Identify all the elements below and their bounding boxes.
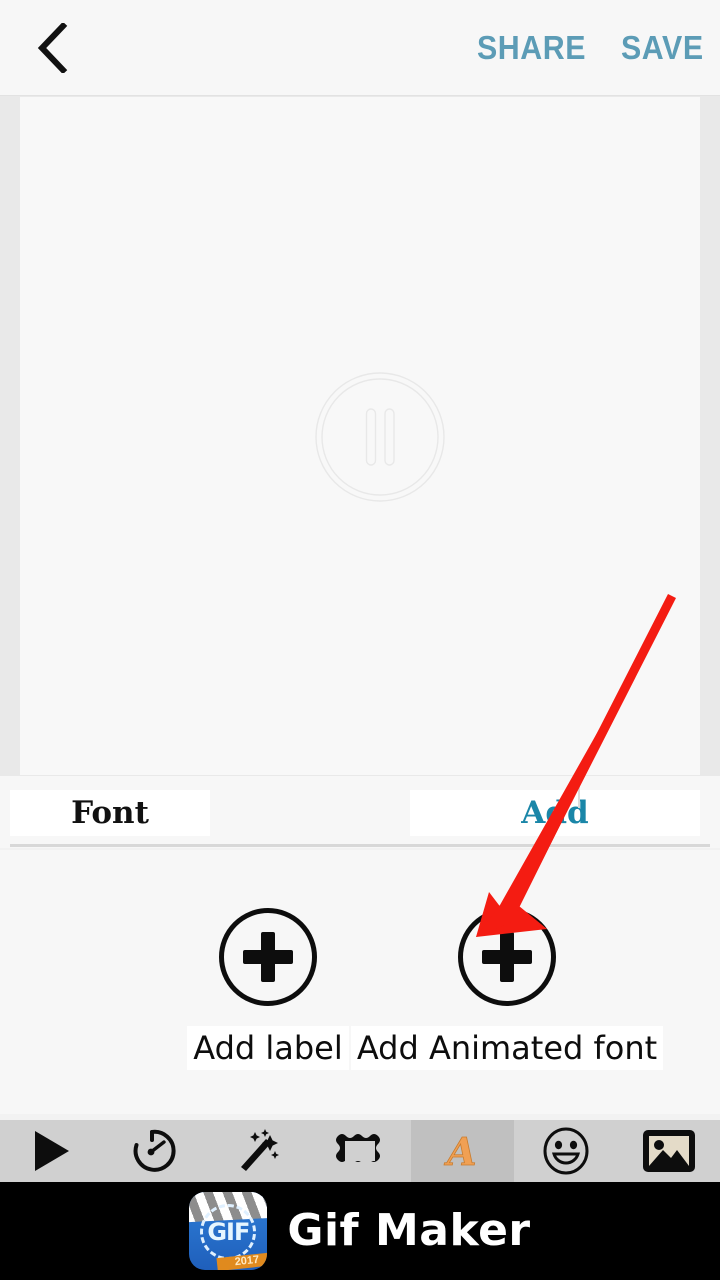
timer-dial-icon — [130, 1127, 178, 1175]
image-icon — [641, 1128, 697, 1174]
share-button[interactable]: SHARE — [477, 28, 586, 68]
pause-icon[interactable] — [314, 371, 446, 503]
play-icon — [29, 1128, 73, 1174]
tab-add[interactable]: Add — [410, 790, 700, 836]
picture-frame-icon — [334, 1130, 386, 1172]
gif-maker-editor-screen: SHARE SAVE Font Add Add label Add Animat… — [0, 0, 720, 1280]
tool-play[interactable] — [0, 1120, 103, 1182]
gif-maker-app-icon: GIF 2017 — [189, 1192, 268, 1270]
svg-text:A: A — [444, 1129, 476, 1174]
back-button[interactable] — [18, 14, 86, 82]
add-animated-font-text: Add Animated font — [350, 1026, 664, 1070]
save-button[interactable]: SAVE — [621, 28, 704, 68]
tab-underline — [10, 844, 710, 847]
tool-speed[interactable] — [103, 1120, 206, 1182]
gif-icon-text: GIF — [207, 1218, 250, 1246]
tab-divider — [578, 778, 580, 808]
chevron-left-icon — [35, 23, 69, 73]
tool-effects[interactable] — [206, 1120, 309, 1182]
app-promo-banner[interactable]: GIF 2017 Gif Maker — [0, 1182, 720, 1280]
plus-circle-icon — [458, 908, 556, 1006]
top-app-bar: SHARE SAVE — [0, 0, 720, 96]
tool-text[interactable]: A — [411, 1120, 515, 1182]
smiley-icon — [541, 1126, 591, 1176]
magic-wand-icon — [232, 1126, 282, 1176]
add-actions-panel: Add label Add Animated font — [0, 850, 720, 1114]
add-animated-font-button[interactable]: Add Animated font — [350, 908, 664, 1070]
add-label-text: Add label — [187, 1026, 349, 1070]
add-label-button[interactable]: Add label — [170, 908, 366, 1070]
text-mode-tabs: Font Add — [0, 776, 720, 848]
tool-sticker[interactable] — [514, 1120, 617, 1182]
banner-title: Gif Maker — [287, 1205, 531, 1256]
tab-font[interactable]: Font — [10, 790, 210, 836]
gif-ring: GIF — [200, 1204, 257, 1260]
script-a-icon: A — [441, 1127, 485, 1175]
tool-frame[interactable] — [309, 1120, 412, 1182]
gif-canvas[interactable] — [20, 97, 700, 775]
tool-gallery[interactable] — [617, 1120, 720, 1182]
bottom-toolbar: A — [0, 1120, 720, 1182]
plus-circle-icon — [219, 908, 317, 1006]
preview-area — [0, 96, 720, 776]
